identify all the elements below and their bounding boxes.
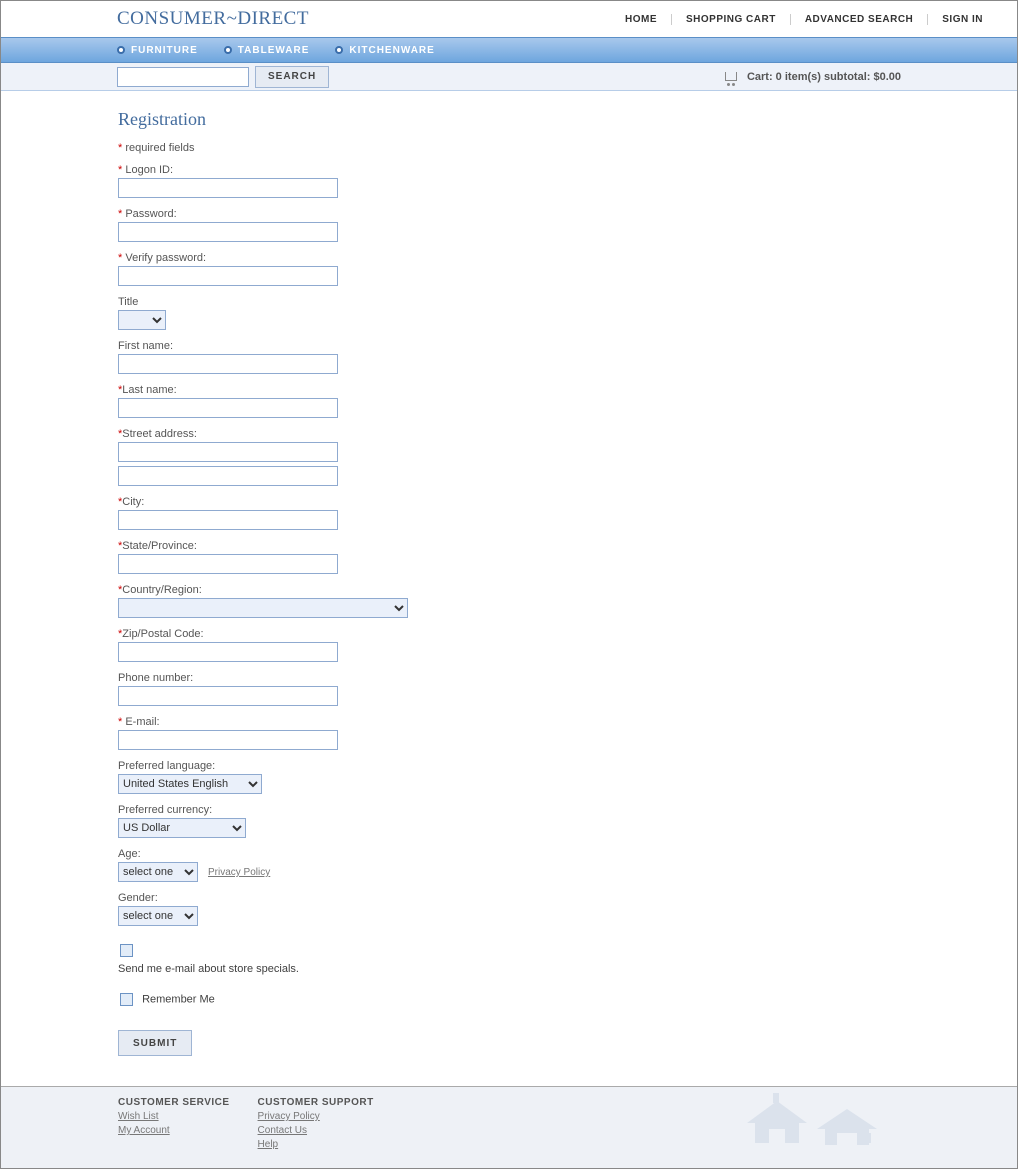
footer-wishlist[interactable]: Wish List <box>118 1110 230 1124</box>
title-label: Title <box>118 296 1017 308</box>
cart-icon <box>723 70 739 84</box>
last-input[interactable] <box>118 398 338 418</box>
age-label: Age: <box>118 848 1017 860</box>
city-label: *City: <box>118 496 1017 508</box>
city-input[interactable] <box>118 510 338 530</box>
logon-input[interactable] <box>118 178 338 198</box>
email-label: * E-mail: <box>118 716 1017 728</box>
last-label: *Last name: <box>118 384 1017 396</box>
footer-privacy[interactable]: Privacy Policy <box>258 1110 374 1124</box>
cat-furniture[interactable]: FURNITURE <box>117 45 198 56</box>
nav-advanced-search[interactable]: ADVANCED SEARCH <box>790 14 927 25</box>
gender-label: Gender: <box>118 892 1017 904</box>
cat-tableware[interactable]: TABLEWARE <box>224 45 310 56</box>
title-select[interactable] <box>118 310 166 330</box>
state-input[interactable] <box>118 554 338 574</box>
street-label: *Street address: <box>118 428 1017 440</box>
password-input[interactable] <box>118 222 338 242</box>
password-label: * Password: <box>118 208 1017 220</box>
phone-input[interactable] <box>118 686 338 706</box>
verify-input[interactable] <box>118 266 338 286</box>
specials-label: Send me e-mail about store specials. <box>118 963 299 975</box>
lang-label: Preferred language: <box>118 760 1017 772</box>
nav-shopping-cart[interactable]: SHOPPING CART <box>671 14 790 25</box>
phone-label: Phone number: <box>118 672 1017 684</box>
required-note: * required fields <box>118 142 1017 154</box>
cat-label: FURNITURE <box>131 45 198 56</box>
cat-kitchenware[interactable]: KITCHENWARE <box>335 45 434 56</box>
top-nav: HOME SHOPPING CART ADVANCED SEARCH SIGN … <box>611 14 997 25</box>
logon-label: * Logon ID: <box>118 164 1017 176</box>
category-nav: FURNITURE TABLEWARE KITCHENWARE <box>1 37 1017 63</box>
currency-label: Preferred currency: <box>118 804 1017 816</box>
footer-help[interactable]: Help <box>258 1138 374 1152</box>
street-input-1[interactable] <box>118 442 338 462</box>
submit-button[interactable]: SUBMIT <box>118 1030 192 1056</box>
houses-icon <box>717 1093 907 1147</box>
country-label: *Country/Region: <box>118 584 1017 596</box>
zip-label: *Zip/Postal Code: <box>118 628 1017 640</box>
nav-sign-in[interactable]: SIGN IN <box>927 14 997 25</box>
specials-checkbox[interactable] <box>120 944 133 957</box>
bullet-icon <box>117 46 125 54</box>
search-button[interactable]: SEARCH <box>255 66 329 88</box>
remember-label: Remember Me <box>142 993 215 1005</box>
bullet-icon <box>335 46 343 54</box>
street-input-2[interactable] <box>118 466 338 486</box>
country-select[interactable] <box>118 598 408 618</box>
logo: CONSUMER~DIRECT <box>1 8 309 30</box>
footer: CUSTOMER SERVICE Wish List My Account CU… <box>1 1086 1017 1168</box>
cat-label: KITCHENWARE <box>349 45 434 56</box>
lang-select[interactable]: United States English <box>118 774 262 794</box>
gender-select[interactable]: select one <box>118 906 198 926</box>
zip-input[interactable] <box>118 642 338 662</box>
footer-support-header: CUSTOMER SUPPORT <box>258 1097 374 1108</box>
search-bar: SEARCH Cart: 0 item(s) subtotal: $0.00 <box>1 63 1017 91</box>
footer-contact[interactable]: Contact Us <box>258 1124 374 1138</box>
cart-summary[interactable]: Cart: 0 item(s) subtotal: $0.00 <box>723 70 901 84</box>
currency-select[interactable]: US Dollar <box>118 818 246 838</box>
state-label: *State/Province: <box>118 540 1017 552</box>
footer-service-header: CUSTOMER SERVICE <box>118 1097 230 1108</box>
first-label: First name: <box>118 340 1017 352</box>
bullet-icon <box>224 46 232 54</box>
cat-label: TABLEWARE <box>238 45 310 56</box>
footer-myaccount[interactable]: My Account <box>118 1124 230 1138</box>
search-input[interactable] <box>117 67 249 87</box>
cart-text: Cart: 0 item(s) subtotal: $0.00 <box>747 71 901 83</box>
age-select[interactable]: select one <box>118 862 198 882</box>
verify-label: * Verify password: <box>118 252 1017 264</box>
page-title: Registration <box>118 109 1017 130</box>
privacy-link[interactable]: Privacy Policy <box>208 867 270 878</box>
nav-home[interactable]: HOME <box>611 14 671 25</box>
email-input[interactable] <box>118 730 338 750</box>
remember-checkbox[interactable] <box>120 993 133 1006</box>
first-input[interactable] <box>118 354 338 374</box>
